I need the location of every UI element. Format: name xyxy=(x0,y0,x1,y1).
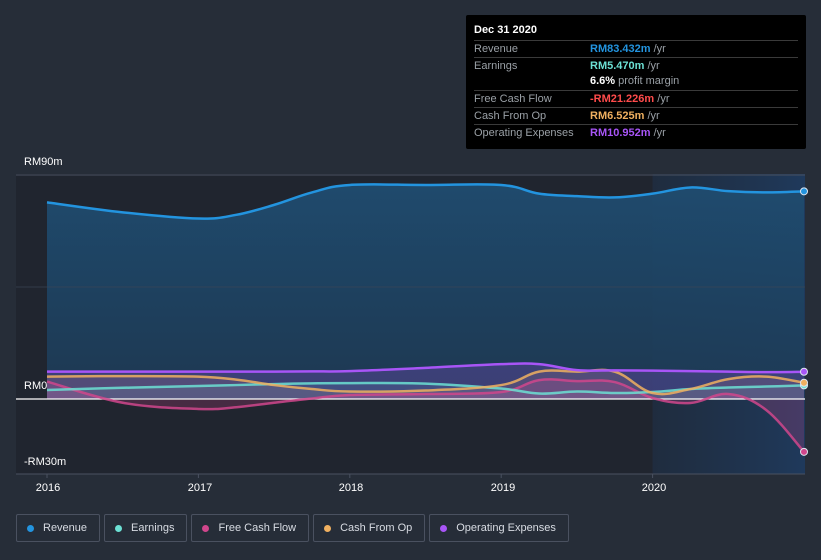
revenue-dot-icon xyxy=(27,524,34,532)
end-point-free-cash-flow xyxy=(800,447,808,456)
end-point-operating-expenses xyxy=(800,367,808,376)
legend: Revenue Earnings Free Cash Flow Cash Fro… xyxy=(16,514,569,542)
cfo-dot-icon xyxy=(324,524,332,532)
end-point-revenue xyxy=(800,187,808,196)
tooltip-row-fcf: Free Cash Flow -RM21.226m /yr xyxy=(474,90,798,107)
tooltip-date: Dec 31 2020 xyxy=(474,24,537,36)
legend-label: Earnings xyxy=(131,522,175,534)
y-tick-label-neg30: -RM30m xyxy=(24,456,67,468)
earnings-value: RM5.470m xyxy=(590,60,645,72)
tooltip-value: -RM21.226m /yr xyxy=(590,93,669,105)
unit: profit margin xyxy=(615,75,680,87)
fcf-value: -RM21.226m xyxy=(590,93,655,105)
tooltip-row-revenue: Revenue RM83.432m /yr xyxy=(474,40,798,57)
unit: /yr xyxy=(650,43,666,55)
legend-item-operating-expenses[interactable]: Operating Expenses xyxy=(429,514,569,542)
unit: /yr xyxy=(644,110,660,122)
legend-label: Cash From Op xyxy=(340,522,413,534)
x-tick-label-2016: 2016 xyxy=(35,482,61,494)
legend-item-free-cash-flow[interactable]: Free Cash Flow xyxy=(191,514,310,542)
x-tick-label-2017: 2017 xyxy=(187,482,213,494)
legend-label: Revenue xyxy=(43,522,88,534)
unit: /yr xyxy=(654,93,670,105)
tooltip-panel: Dec 31 2020 Revenue RM83.432m /yr Earnin… xyxy=(466,15,806,149)
tooltip-value: 6.6% profit margin xyxy=(590,75,679,87)
tooltip-row-opex: Operating Expenses RM10.952m /yr xyxy=(474,124,798,141)
tooltip-label: Free Cash Flow xyxy=(474,93,552,105)
tooltip-row-cfo: Cash From Op RM6.525m /yr xyxy=(474,107,798,124)
x-tick-label-2018: 2018 xyxy=(338,482,364,494)
tooltip-value: RM5.470m /yr xyxy=(590,60,660,72)
end-point-cash-from-op xyxy=(800,378,808,387)
opex-dot-icon xyxy=(440,524,448,532)
unit: /yr xyxy=(650,127,666,139)
cfo-value: RM6.525m xyxy=(590,110,645,122)
legend-item-earnings[interactable]: Earnings xyxy=(104,514,188,542)
earnings-dot-icon xyxy=(115,524,123,532)
x-tick-label-2020: 2020 xyxy=(641,482,667,494)
tooltip-value: RM6.525m /yr xyxy=(590,110,660,122)
tooltip-label: Cash From Op xyxy=(474,110,547,122)
profit-margin-value: 6.6% xyxy=(590,75,616,87)
tooltip-label: Operating Expenses xyxy=(474,127,574,139)
legend-item-revenue[interactable]: Revenue xyxy=(16,514,101,542)
opex-value: RM10.952m xyxy=(590,127,651,139)
tooltip-value: RM83.432m /yr xyxy=(590,43,666,55)
y-tick-label-90: RM90m xyxy=(24,156,63,168)
legend-label: Operating Expenses xyxy=(456,522,556,534)
unit: /yr xyxy=(644,60,660,72)
tooltip-label: Earnings xyxy=(474,60,518,72)
x-tick-label-2019: 2019 xyxy=(490,482,516,494)
legend-label: Free Cash Flow xyxy=(218,522,297,534)
tooltip-value: RM10.952m /yr xyxy=(590,127,666,139)
revenue-value: RM83.432m xyxy=(590,43,651,55)
legend-item-cash-from-op[interactable]: Cash From Op xyxy=(313,514,426,542)
tooltip-label: Revenue xyxy=(474,43,519,55)
tooltip-row-margin: 6.6% profit margin xyxy=(474,73,798,89)
tooltip-row-earnings: Earnings RM5.470m /yr xyxy=(474,57,798,74)
fcf-dot-icon xyxy=(202,524,210,532)
y-tick-label-0: RM0 xyxy=(24,380,48,392)
